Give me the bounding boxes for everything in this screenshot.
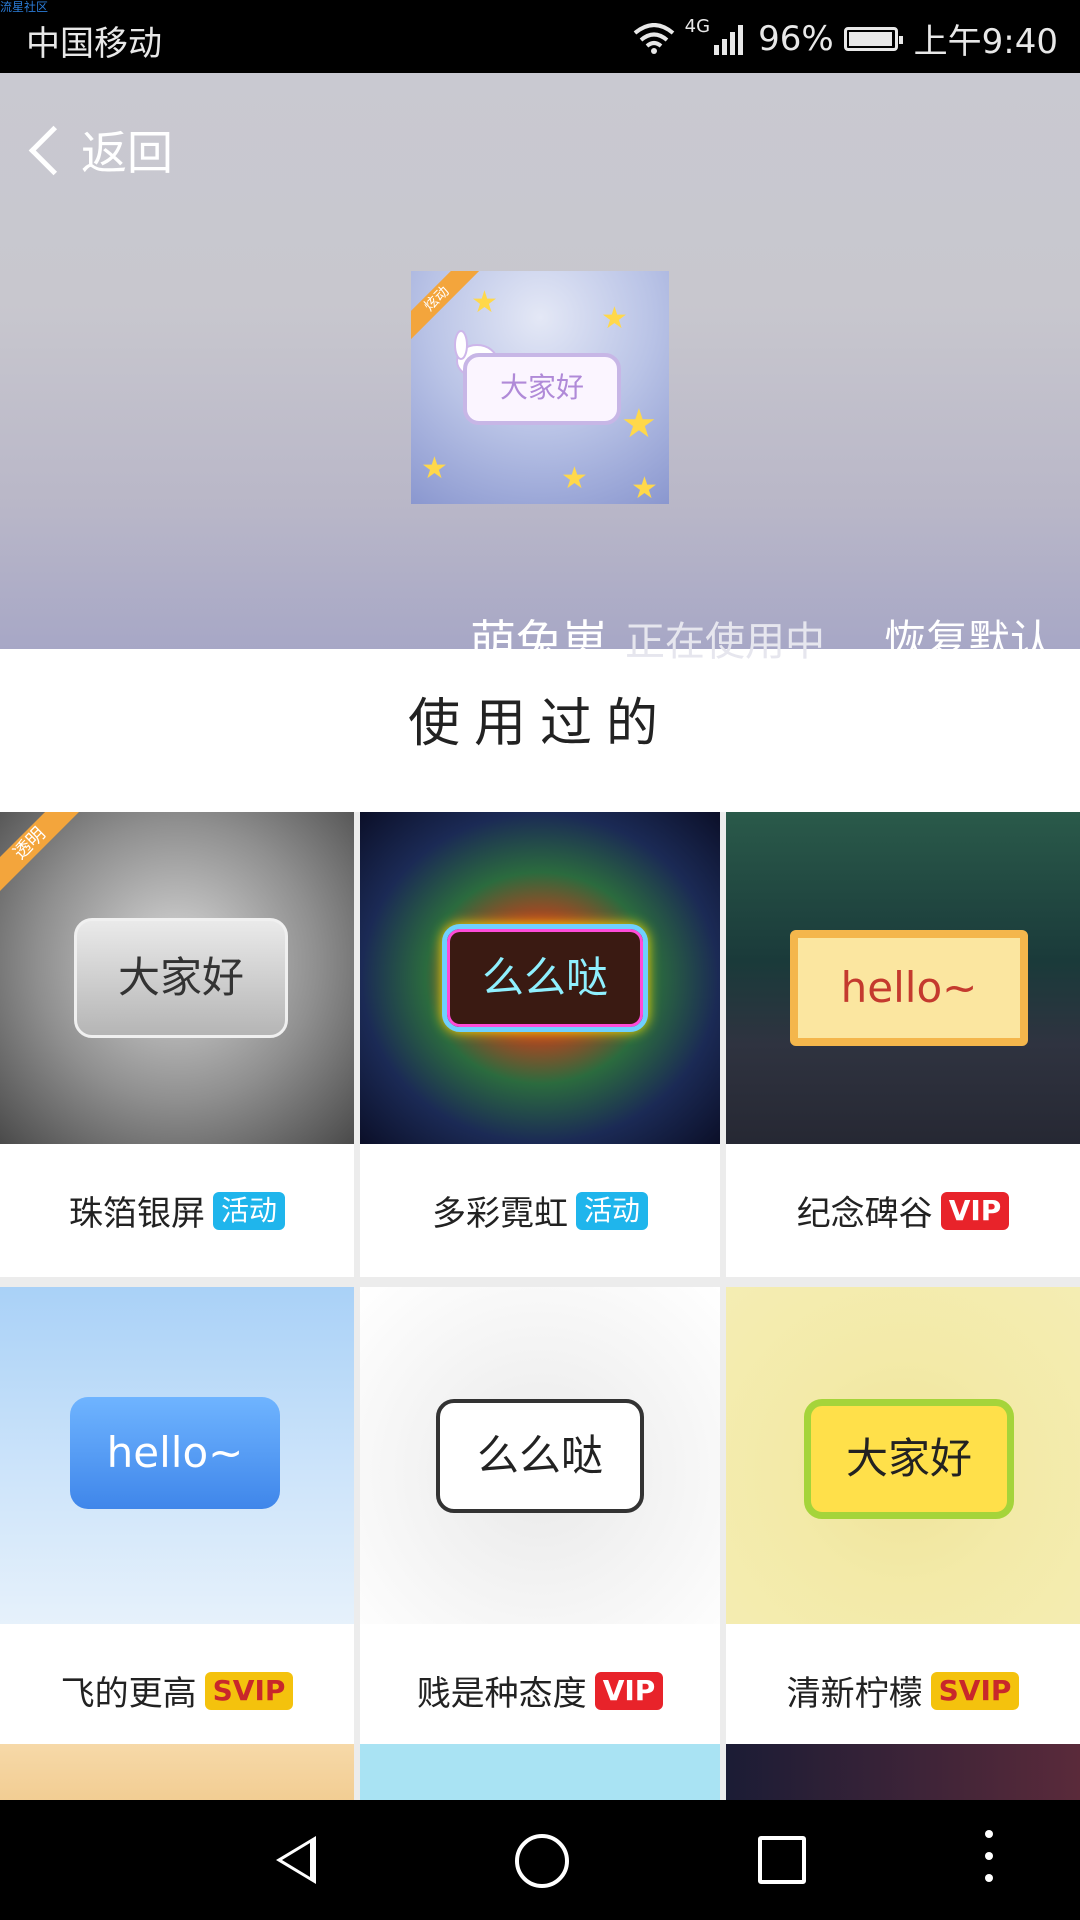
bubble-name: 贱是种态度	[416, 1674, 587, 1714]
bubble-item-partial[interactable]	[726, 1744, 1080, 1800]
bubble-thumbnail: hello~	[726, 812, 1080, 1144]
battery-percent: 96%	[758, 18, 834, 59]
bubble-thumbnail: 么么哒	[360, 1287, 720, 1624]
vip-badge: VIP	[594, 1671, 664, 1710]
clock: 上午9:40	[913, 22, 1058, 62]
bubble-thumbnail: 透明 大家好	[0, 812, 354, 1144]
svip-badge: SVIP	[930, 1671, 1020, 1710]
preview-bubble: 大家好	[463, 353, 621, 425]
bubble-thumbnail: hello~	[0, 1287, 354, 1624]
sample-bubble: 大家好	[74, 918, 288, 1038]
star-icon: ★	[631, 471, 658, 504]
nav-menu-icon[interactable]	[985, 1830, 993, 1890]
bubble-caption: 贱是种态度 VIP	[360, 1624, 720, 1757]
bubble-caption: 多彩霓虹 活动	[360, 1144, 720, 1277]
nav-back-icon[interactable]	[276, 1836, 316, 1884]
nav-recent-apps-icon[interactable]	[758, 1836, 806, 1884]
network-type-label: 4G	[684, 16, 711, 37]
star-icon: ★	[561, 461, 588, 496]
back-label: 返回	[81, 126, 173, 180]
row-divider	[0, 1277, 1080, 1287]
star-icon: ★	[421, 451, 448, 486]
bubble-item-partial[interactable]	[360, 1744, 720, 1800]
star-icon: ★	[471, 285, 498, 320]
current-bubble-header: 返回 炫动 ★ ★ ★ ★ ★ ★ 大家好 萌兔崽 正在使用中 恢复默认	[0, 73, 1080, 669]
sample-bubble: 么么哒	[436, 1399, 644, 1513]
bubble-name: 多彩霓虹	[431, 1194, 568, 1234]
star-icon: ★	[621, 401, 657, 447]
bubble-name: 清新柠檬	[786, 1674, 923, 1714]
bubble-item-partial[interactable]	[0, 1744, 354, 1800]
bubble-caption: 清新柠檬 SVIP	[726, 1624, 1080, 1757]
status-bar: 中国移动 4G 96% 上午9:40	[0, 0, 1080, 73]
sample-bubble: hello~	[790, 930, 1028, 1046]
navigation-bar	[0, 1800, 1080, 1920]
bubble-name: 纪念碑谷	[796, 1194, 933, 1234]
watermark: 流星社区	[0, 0, 49, 14]
bubble-thumbnail: 么么哒	[360, 812, 720, 1144]
transparent-ribbon: 透明	[0, 812, 81, 895]
battery-icon	[843, 26, 903, 51]
svip-badge: SVIP	[204, 1671, 294, 1710]
bubble-name: 飞的更高	[60, 1674, 197, 1714]
back-button[interactable]: 返回	[26, 117, 173, 183]
bubble-caption: 珠箔银屏 活动	[0, 1144, 354, 1277]
vip-badge: VIP	[940, 1191, 1010, 1230]
current-bubble-preview[interactable]: 炫动 ★ ★ ★ ★ ★ ★ 大家好	[411, 271, 669, 504]
bubble-name: 珠箔银屏	[68, 1194, 205, 1234]
sample-bubble: hello~	[70, 1397, 280, 1509]
carrier-label: 中国移动	[26, 24, 162, 64]
signal-icon	[714, 24, 744, 55]
sample-bubble: 么么哒	[442, 924, 648, 1032]
section-title: 使用过的	[407, 694, 672, 754]
sample-bubble: 大家好	[804, 1399, 1014, 1519]
star-icon: ★	[601, 301, 628, 336]
status-icons: 4G 96% 上午9:40	[633, 14, 1058, 63]
nav-home-icon[interactable]	[515, 1834, 569, 1888]
bubble-caption: 飞的更高 SVIP	[0, 1624, 354, 1757]
activity-badge: 活动	[212, 1191, 285, 1230]
wifi-icon	[633, 22, 674, 54]
activity-badge: 活动	[575, 1191, 648, 1230]
chevron-left-icon	[28, 125, 79, 175]
bubble-thumbnail: 大家好	[726, 1287, 1080, 1624]
bubble-caption: 纪念碑谷 VIP	[726, 1144, 1080, 1277]
